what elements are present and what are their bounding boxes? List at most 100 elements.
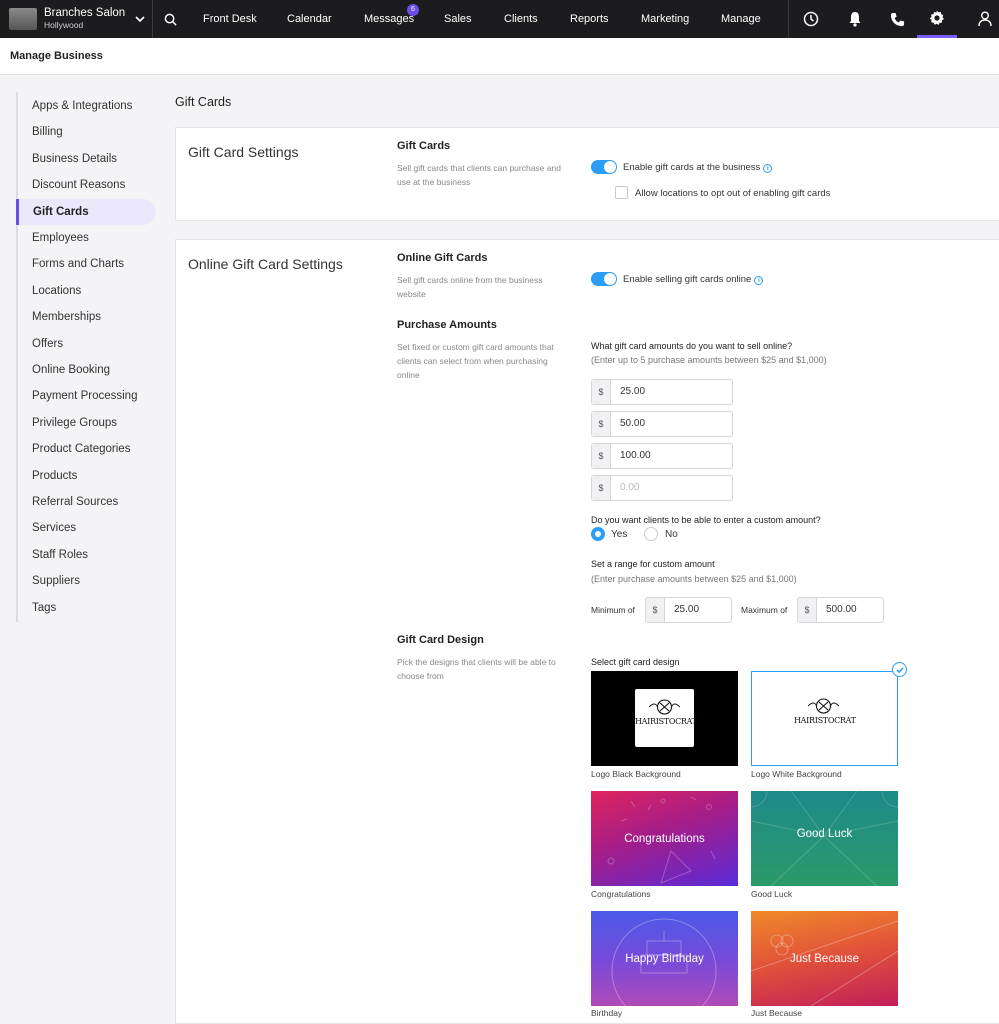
sidebar-item-offers[interactable]: Offers: [18, 331, 158, 357]
opt-out-label: Allow locations to opt out of enabling g…: [635, 188, 831, 199]
search-icon[interactable]: [153, 0, 187, 38]
custom-yes-label: Yes: [611, 529, 628, 540]
sidebar-item-referral-sources[interactable]: Referral Sources: [18, 489, 158, 515]
section-title-gift-cards: Gift Cards: [397, 140, 451, 152]
amount-field-4[interactable]: $ 0.00: [591, 475, 733, 501]
min-amount-value: 25.00: [674, 604, 700, 615]
sidebar-item-discount-reasons[interactable]: Discount Reasons: [18, 172, 158, 198]
section-title-purchase-amounts: Purchase Amounts: [397, 319, 497, 331]
section-desc-purchase-amounts: Set fixed or custom gift card amounts th…: [397, 342, 554, 380]
amounts-question: What gift card amounts do you want to se…: [591, 341, 793, 351]
sidebar-item-privilege-groups[interactable]: Privilege Groups: [18, 410, 158, 436]
top-nav: Branches Salon Hollywood Front Desk Cale…: [0, 0, 999, 38]
sidebar-item-locations[interactable]: Locations: [18, 278, 158, 304]
min-label: Minimum of: [591, 605, 635, 615]
sidebar-item-online-booking[interactable]: Online Booking: [18, 357, 158, 383]
section-title-gift-card-design: Gift Card Design: [397, 634, 484, 646]
enable-gift-cards-toggle[interactable]: [591, 160, 617, 174]
nav-sales[interactable]: Sales: [444, 0, 472, 38]
phone-icon[interactable]: [877, 0, 917, 38]
gear-icon[interactable]: [917, 0, 957, 38]
nav-calendar[interactable]: Calendar: [287, 0, 332, 38]
logo-image: HAIRISTOCRAT: [794, 688, 856, 746]
design-birthday[interactable]: Happy Birthday: [591, 911, 738, 1006]
enable-gift-cards-label: Enable gift cards at the business i: [623, 162, 773, 173]
section-title-online-gift-cards: Online Gift Cards: [397, 252, 488, 264]
section-desc-gift-card-design: Pick the designs that clients will be ab…: [397, 657, 556, 681]
currency-label: $: [592, 412, 611, 436]
min-amount-field[interactable]: $ 25.00: [645, 597, 732, 623]
sidebar-item-staff-roles[interactable]: Staff Roles: [18, 542, 158, 568]
sidebar-item-products[interactable]: Products: [18, 463, 158, 489]
range-title: Set a range for custom amount: [591, 559, 715, 569]
design-good-luck[interactable]: Good Luck: [751, 791, 898, 886]
custom-yes-radio[interactable]: [591, 527, 605, 541]
sidebar-item-suppliers[interactable]: Suppliers: [18, 568, 158, 594]
crown-icon: [649, 699, 680, 715]
business-switcher[interactable]: Branches Salon Hollywood: [0, 0, 153, 38]
max-amount-field[interactable]: $ 500.00: [797, 597, 884, 623]
logo-image: HAIRISTOCRAT: [635, 689, 697, 747]
design-congratulations[interactable]: Congratulations: [591, 791, 738, 886]
nav-manage[interactable]: Manage: [721, 0, 761, 38]
design-just-because[interactable]: Just Because: [751, 911, 898, 1006]
clock-icon[interactable]: [791, 0, 831, 38]
design-title: Congratulations: [624, 832, 705, 845]
selected-check-icon: [892, 662, 907, 677]
nav-messages[interactable]: Messages 6: [364, 0, 419, 38]
user-icon[interactable]: [965, 0, 999, 38]
design-caption: Just Because: [751, 1008, 803, 1018]
sidebar-item-payment-processing[interactable]: Payment Processing: [18, 383, 158, 409]
amount-placeholder: 0.00: [620, 482, 640, 493]
design-title: Just Because: [789, 952, 860, 965]
sidebar-item-forms-charts[interactable]: Forms and Charts: [18, 251, 158, 277]
card-title: Gift Card Settings: [188, 144, 299, 160]
sidebar-item-business-details[interactable]: Business Details: [18, 146, 158, 172]
amount-field-1[interactable]: $ 25.00: [591, 379, 733, 405]
nav-clients[interactable]: Clients: [504, 0, 538, 38]
online-gift-card-settings-card: Online Gift Card Settings Online Gift Ca…: [175, 239, 999, 1024]
design-logo-white[interactable]: HAIRISTOCRAT: [751, 671, 898, 766]
sidebar-item-employees[interactable]: Employees: [18, 225, 158, 251]
sidebar-item-memberships[interactable]: Memberships: [18, 304, 158, 330]
bell-icon[interactable]: [835, 0, 875, 38]
sidebar-item-apps-integrations[interactable]: Apps & Integrations: [18, 93, 158, 119]
custom-no-radio[interactable]: [644, 527, 658, 541]
nav-right-icons: [788, 0, 999, 38]
max-label: Maximum of: [741, 605, 788, 615]
nav-reports[interactable]: Reports: [570, 0, 609, 38]
design-title: Good Luck: [796, 828, 853, 840]
amounts-hint: (Enter up to 5 purchase amounts between …: [591, 355, 827, 365]
design-caption: Logo White Background: [751, 769, 842, 779]
section-desc-gift-cards: Sell gift cards that clients can purchas…: [397, 163, 561, 187]
info-icon[interactable]: i: [763, 164, 773, 173]
messages-badge: 6: [407, 4, 419, 16]
sidebar-item-tags[interactable]: Tags: [18, 595, 158, 621]
sidebar-item-gift-cards[interactable]: Gift Cards: [16, 199, 156, 225]
sidebar-item-product-categories[interactable]: Product Categories: [18, 436, 158, 462]
enable-online-text: Enable selling gift cards online: [623, 274, 752, 285]
design-logo-black[interactable]: HAIRISTOCRAT: [591, 671, 738, 766]
custom-amount-question: Do you want clients to be able to enter …: [591, 515, 821, 525]
enable-online-label: Enable selling gift cards online i: [623, 274, 764, 285]
business-logo: [9, 8, 37, 30]
card-title: Online Gift Card Settings: [188, 256, 343, 272]
design-caption: Good Luck: [751, 889, 793, 899]
nav-front-desk[interactable]: Front Desk: [203, 0, 257, 38]
nav-marketing[interactable]: Marketing: [641, 0, 689, 38]
opt-out-checkbox[interactable]: [615, 186, 628, 199]
business-name: Branches Salon: [44, 6, 126, 19]
amount-field-2[interactable]: $ 50.00: [591, 411, 733, 437]
design-caption: Congratulations: [591, 889, 651, 899]
page-title: Gift Cards: [175, 95, 232, 109]
nav-messages-label: Messages: [364, 13, 415, 25]
amount-field-3[interactable]: $ 100.00: [591, 443, 733, 469]
section-desc-online-gift-cards: Sell gift cards online from the business…: [397, 275, 543, 299]
sidebar-item-services[interactable]: Services: [18, 515, 158, 541]
select-design-label: Select gift card design: [591, 657, 680, 667]
enable-online-toggle[interactable]: [591, 272, 617, 286]
design-title: Happy Birthday: [625, 952, 704, 965]
sidebar-item-billing[interactable]: Billing: [18, 119, 158, 145]
business-location: Hollywood: [44, 19, 84, 30]
info-icon[interactable]: i: [754, 276, 764, 285]
